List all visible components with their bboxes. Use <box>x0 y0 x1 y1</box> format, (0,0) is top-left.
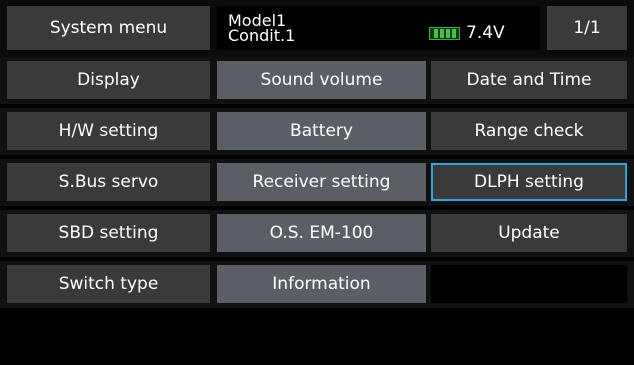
information-button[interactable]: Information <box>217 265 426 303</box>
condition-name: Condit.1 <box>228 26 296 45</box>
update-button[interactable]: Update <box>431 214 627 252</box>
battery-icon <box>429 26 460 40</box>
page-indicator[interactable]: 1/1 <box>547 6 627 50</box>
battery-voltage: 7.4V <box>466 23 505 43</box>
dlph-setting-button[interactable]: DLPH setting <box>431 163 627 201</box>
menu-row: Display Sound volume Date and Time <box>0 57 634 104</box>
battery-button[interactable]: Battery <box>217 112 426 150</box>
sbus-servo-button[interactable]: S.Bus servo <box>7 163 210 201</box>
range-check-button[interactable]: Range check <box>431 112 627 150</box>
model-info: Model1 Condit.1 <box>217 6 426 50</box>
system-menu-screen: System menu Model1 Condit.1 7.4V 1/1 Dis… <box>0 0 634 365</box>
date-and-time-button[interactable]: Date and Time <box>431 61 627 99</box>
menu-row: S.Bus servo Receiver setting DLPH settin… <box>0 159 634 206</box>
receiver-setting-button[interactable]: Receiver setting <box>217 163 426 201</box>
switch-type-button[interactable]: Switch type <box>7 265 210 303</box>
footer-area <box>0 310 634 365</box>
page-title: System menu <box>7 6 210 50</box>
empty-slot <box>431 265 627 303</box>
display-button[interactable]: Display <box>7 61 210 99</box>
sound-volume-button[interactable]: Sound volume <box>217 61 426 99</box>
battery-status: 7.4V <box>426 6 540 50</box>
hw-setting-button[interactable]: H/W setting <box>7 112 210 150</box>
os-em-100-button[interactable]: O.S. EM-100 <box>217 214 426 252</box>
menu-row: SBD setting O.S. EM-100 Update <box>0 210 634 257</box>
menu-row: Switch type Information <box>0 261 634 308</box>
menu-row: H/W setting Battery Range check <box>0 108 634 155</box>
header-bar: System menu Model1 Condit.1 7.4V 1/1 <box>0 0 634 57</box>
sbd-setting-button[interactable]: SBD setting <box>7 214 210 252</box>
